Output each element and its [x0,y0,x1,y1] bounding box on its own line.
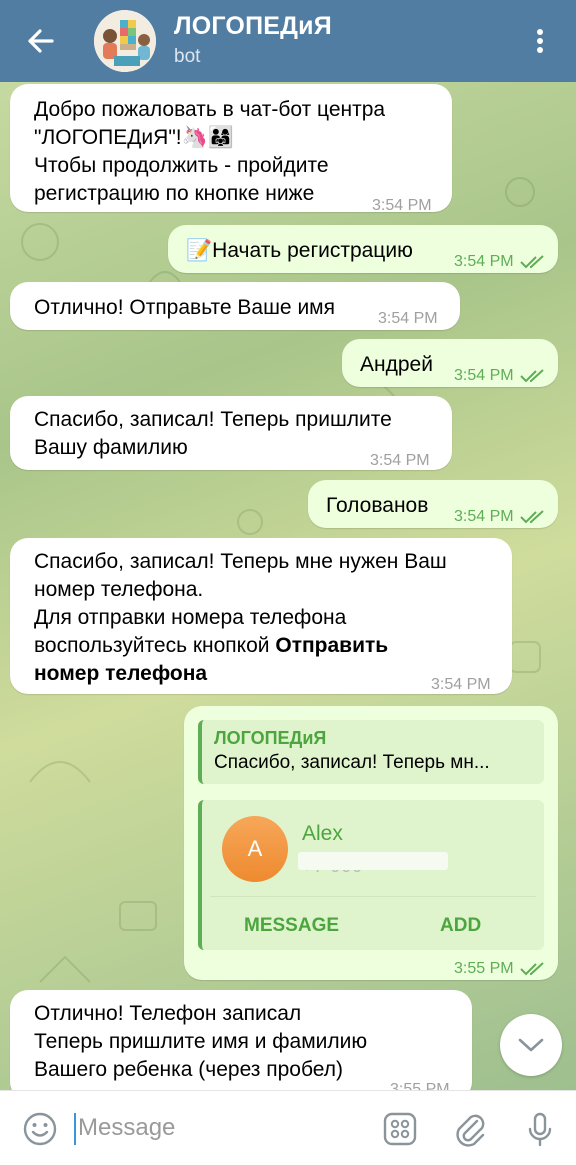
message-time-label: 3:55 PM [454,960,514,977]
emoji-icon [23,1112,57,1146]
message-time: 3:54 PM [378,310,438,327]
message-time: 3:55 PM [390,1081,450,1090]
arrow-left-icon [28,29,54,53]
outgoing-contact-message[interactable]: ЛОГОПЕДиЯ Спасибо, записал! Теперь мн...… [184,706,558,980]
outgoing-message[interactable]: Голованов 3:54 PM [308,480,558,528]
message-time: 3:54 PM [372,197,432,214]
double-check-icon [519,255,544,269]
text-cursor [74,1113,76,1145]
message-time-label: 3:54 PM [454,508,514,525]
message-time: 3:54 PM [454,362,546,390]
message-text-bold: Отправить [275,634,389,657]
message-contact-button[interactable]: MESSAGE [244,912,339,940]
contact-card[interactable]: A Alex +7 999 ••• •• •• MESSAGE ADD [198,800,544,950]
phone-redaction [298,852,448,870]
incoming-message[interactable]: Добро пожаловать в чат-бот центра "ЛОГОП… [10,84,452,214]
message-text: Отлично! Телефон записал [34,1002,302,1025]
double-check-icon [519,369,544,383]
chat-header: ЛОГОПЕДиЯ bot [0,0,576,82]
incoming-message[interactable]: Отлично! Отправьте Ваше имя 3:54 PM [10,282,460,330]
incoming-message[interactable]: Спасибо, записал! Теперь мне нужен Ваш н… [10,538,512,694]
bot-keyboard-icon [383,1112,417,1146]
message-text: Для отправки номера телефона [34,606,347,629]
voice-message-button[interactable] [520,1109,560,1149]
chat-subtitle: bot [174,46,201,67]
message-input[interactable] [78,1107,368,1149]
message-text: 📝Начать регистрацию [186,239,413,262]
bot-commands-button[interactable] [380,1109,420,1149]
message-text: Спасибо, записал! Теперь пришлите [34,408,392,431]
double-check-icon [519,962,544,976]
message-text: номер телефона. [34,578,204,601]
message-text: Добро пожаловать в чат-бот центра [34,98,386,121]
microphone-icon [528,1112,552,1147]
message-time: 3:54 PM [454,248,546,276]
back-button[interactable] [18,22,62,60]
message-time: 3:55 PM [454,955,546,983]
incoming-message[interactable]: Спасибо, записал! Теперь пришлите Вашу ф… [10,396,452,470]
message-time: 3:54 PM [454,503,546,531]
message-text: Отлично! Отправьте Ваше имя [34,296,335,319]
contact-avatar[interactable]: A [222,816,288,882]
chat-title[interactable]: ЛОГОПЕДиЯ [174,12,332,41]
message-text: Голованов [326,494,429,517]
outgoing-message[interactable]: 📝Начать регистрацию 3:54 PM [168,225,558,273]
message-text-plain: воспользуйтесь кнопкой [34,634,276,657]
emoji-button[interactable] [20,1109,60,1149]
reply-author: ЛОГОПЕДиЯ [214,728,327,748]
scroll-to-bottom-button[interactable] [500,1014,562,1076]
chat-area[interactable]: Добро пожаловать в чат-бот центра "ЛОГОП… [0,82,576,1090]
menu-button[interactable] [522,20,558,62]
paperclip-icon [456,1114,485,1147]
message-text: Вашу фамилию [34,436,188,459]
message-composer [0,1090,576,1165]
message-text: Чтобы продолжить - пройдите [34,154,329,177]
outgoing-message[interactable]: Андрей 3:54 PM [342,339,558,387]
message-text-bold: номер телефона [34,662,208,685]
message-text: воспользуйтесь кнопкой Отправить [34,632,447,660]
reply-quote[interactable]: ЛОГОПЕДиЯ Спасибо, записал! Теперь мн... [198,720,544,784]
bot-avatar[interactable] [94,10,156,72]
message-text: номер телефона [34,660,447,688]
message-text: регистрацию по кнопке ниже [34,182,315,205]
message-text: "ЛОГОПЕДиЯ"!🦄👨‍👩‍👧 [34,126,234,149]
card-divider [210,896,536,897]
message-time: 3:54 PM [431,676,491,693]
more-vertical-icon [537,29,543,53]
message-text: Теперь пришлите имя и фамилию [34,1030,368,1053]
reply-text: Спасибо, записал! Теперь мн... [214,752,490,773]
message-time-label: 3:54 PM [454,253,514,270]
message-time: 3:54 PM [370,452,430,469]
attach-button[interactable] [450,1109,490,1149]
chevron-down-icon [518,1038,544,1052]
message-text: Вашего ребенка (через пробел) [34,1058,344,1081]
message-text: Андрей [360,353,433,376]
message-text: Спасибо, записал! Теперь мне нужен Ваш [34,550,447,573]
double-check-icon [519,510,544,524]
message-time-label: 3:54 PM [454,367,514,384]
contact-name[interactable]: Alex [302,820,343,848]
incoming-message[interactable]: Отлично! Телефон записал Теперь пришлите… [10,990,472,1090]
speech-therapy-logo-icon [94,10,156,72]
add-contact-button[interactable]: ADD [440,912,481,940]
